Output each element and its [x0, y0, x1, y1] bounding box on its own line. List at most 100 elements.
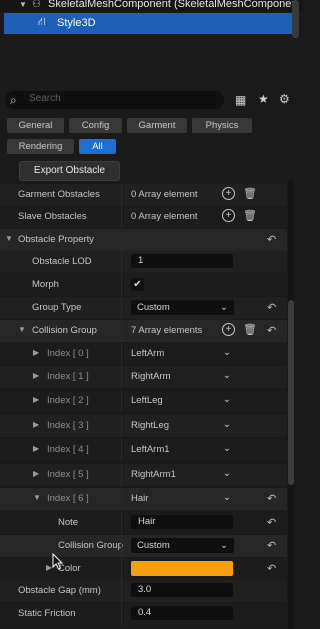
trash-icon[interactable]: 🗑 [243, 209, 257, 222]
row-value: RightArm [131, 371, 171, 382]
row-label: Index [ 6 ] [47, 493, 89, 504]
column-divider [121, 274, 122, 296]
reset-icon[interactable]: ↶ [267, 516, 276, 529]
column-divider [121, 206, 122, 228]
add-element-icon[interactable]: + [222, 187, 235, 200]
row-label: Index [ 2 ] [47, 395, 89, 406]
reset-icon[interactable]: ↶ [267, 492, 276, 505]
obstacle-gap-input[interactable]: 3.0 [131, 583, 233, 597]
group-type-dropdown[interactable]: Custom ⌄ [131, 300, 234, 315]
morph-checkbox[interactable]: ✔ [131, 278, 144, 291]
column-divider [121, 297, 122, 319]
column-divider [121, 512, 122, 534]
row-value: 7 Array elements [131, 325, 203, 336]
trash-icon[interactable]: 🗑 [243, 323, 257, 336]
row-index-1[interactable]: ▶ Index [ 1 ] RightArm ⌄ [0, 366, 287, 388]
row-garment-obstacles: Garment Obstacles 0 Array element + 🗑 [0, 184, 287, 206]
chevron-down-icon[interactable]: ⌄ [223, 370, 231, 381]
filter-all[interactable]: All [79, 139, 116, 154]
chevron-right-icon[interactable]: ▶ [33, 348, 39, 357]
filter-physics[interactable]: Physics [192, 118, 252, 133]
chevron-right-icon[interactable]: ▶ [33, 395, 39, 404]
collision-group-dropdown[interactable]: Custom ⌄ [131, 538, 234, 553]
filter-config[interactable]: Config [69, 118, 122, 133]
tree-item-label: SkeletalMeshComponent (SkeletalMeshCompo… [48, 0, 298, 10]
reset-icon[interactable]: ↶ [267, 539, 276, 552]
chevron-right-icon[interactable]: ▶ [33, 469, 39, 478]
row-note: Note Hair ↶ [0, 512, 287, 534]
row-index-6[interactable]: ▼ Index [ 6 ] Hair ⌄ ↶ [0, 488, 287, 510]
static-friction-input[interactable]: 0.4 [131, 606, 233, 620]
column-divider [121, 464, 122, 486]
row-label: Collision Group [58, 540, 123, 551]
row-label: Index [ 4 ] [47, 444, 89, 455]
column-divider [121, 439, 122, 461]
skeletal-mesh-icon: ⚇ [32, 0, 41, 10]
chevron-right-icon[interactable]: ▶ [33, 444, 39, 453]
row-index-2[interactable]: ▶ Index [ 2 ] LeftLeg ⌄ [0, 390, 287, 412]
column-divider [121, 184, 122, 206]
chevron-down-icon[interactable]: ⌄ [223, 394, 231, 405]
tree-item-style3d[interactable]: ⛙ Style3D [4, 13, 299, 34]
chevron-down-icon[interactable]: ▼ [33, 493, 41, 502]
chevron-down-icon[interactable]: ⌄ [223, 347, 231, 358]
row-value: LeftArm1 [131, 444, 170, 455]
chevron-down-icon[interactable]: ▼ [18, 325, 26, 334]
row-morph: Morph ✔ [0, 274, 287, 296]
row-value: Hair [131, 493, 149, 504]
row-obstacle-lod: Obstacle LOD 1 [0, 251, 287, 273]
row-obstacle-property[interactable]: ▼ Obstacle Property ↶ [0, 229, 287, 251]
trash-icon[interactable]: 🗑 [243, 187, 257, 200]
row-value: RightArm1 [131, 469, 176, 480]
reset-icon[interactable]: ↶ [267, 301, 276, 314]
row-value: RightLeg [131, 420, 170, 431]
column-divider [121, 251, 122, 273]
chevron-down-icon[interactable]: ▼ [5, 234, 13, 243]
filter-general[interactable]: General [7, 118, 64, 133]
dropdown-value: Custom [137, 540, 170, 551]
row-index-5[interactable]: ▶ Index [ 5 ] RightArm1 ⌄ [0, 464, 287, 486]
row-label: Morph [32, 279, 59, 290]
gear-icon[interactable]: ⚙ [279, 92, 290, 106]
filter-garment[interactable]: Garment [127, 118, 187, 133]
tree-scrollbar[interactable] [292, 0, 299, 38]
row-label: Obstacle Gap (mm) [18, 585, 101, 596]
chevron-right-icon[interactable]: ▶ [33, 371, 39, 380]
column-divider [121, 366, 122, 388]
reset-icon[interactable]: ↶ [267, 562, 276, 575]
add-element-icon[interactable]: + [222, 209, 235, 222]
reset-icon[interactable]: ↶ [267, 324, 276, 337]
search-icon: ⌕ [10, 93, 17, 107]
export-obstacle-button[interactable]: Export Obstacle [19, 161, 120, 181]
reset-icon[interactable]: ↶ [267, 233, 276, 246]
row-label: Index [ 1 ] [47, 371, 89, 382]
chevron-down-icon[interactable]: ⌄ [223, 419, 231, 430]
filter-rendering[interactable]: Rendering [7, 139, 74, 154]
add-element-icon[interactable]: + [222, 323, 235, 336]
row-index-0[interactable]: ▶ Index [ 0 ] LeftArm ⌄ [0, 343, 287, 365]
column-divider [121, 488, 122, 510]
tree-item-skeletal-mesh[interactable]: ▼ ⚇ SkeletalMeshComponent (SkeletalMeshC… [0, 0, 303, 12]
details-scrollbar-thumb[interactable] [288, 300, 294, 485]
row-label: Collision Group [32, 325, 97, 336]
chevron-down-icon[interactable]: ⌄ [223, 492, 231, 503]
chevron-down-icon[interactable]: ⌄ [223, 443, 231, 454]
tree-item-label: Style3D [57, 17, 96, 29]
star-icon[interactable]: ★ [258, 92, 269, 106]
row-label: Note [58, 517, 79, 528]
chevron-down-icon[interactable]: ▼ [19, 0, 27, 9]
dropdown-value: Custom [137, 302, 170, 313]
chevron-down-icon[interactable]: ⌄ [223, 468, 231, 479]
column-divider [121, 558, 122, 580]
row-collision-group[interactable]: ▼ Collision Group 7 Array elements + 🗑 ↶ [0, 320, 287, 342]
row-index-3[interactable]: ▶ Index [ 3 ] RightLeg ⌄ [0, 415, 287, 437]
row-label: Obstacle LOD [32, 256, 92, 267]
table-view-icon[interactable]: ▦ [235, 93, 246, 107]
row-obstacle-gap: Obstacle Gap (mm) 3.0 [0, 580, 287, 602]
obstacle-lod-input[interactable]: 1 [131, 254, 233, 268]
chevron-right-icon[interactable]: ▶ [33, 420, 39, 429]
row-label: Index [ 0 ] [47, 348, 89, 359]
row-index-4[interactable]: ▶ Index [ 4 ] LeftArm1 ⌄ [0, 439, 287, 461]
color-swatch[interactable] [131, 561, 233, 576]
note-input[interactable]: Hair [131, 515, 233, 529]
